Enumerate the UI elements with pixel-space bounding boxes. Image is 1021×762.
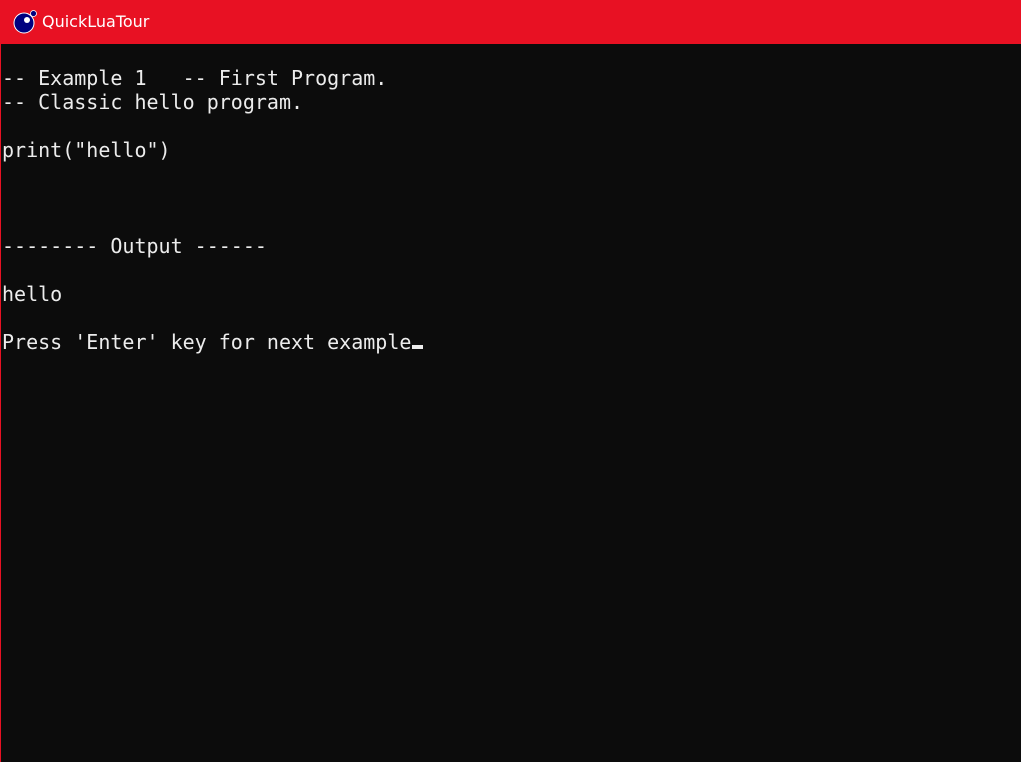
console-prompt-line: Press 'Enter' key for next example [2, 330, 1020, 354]
window-title: QuickLuaTour [42, 12, 150, 31]
text-cursor [412, 345, 424, 349]
console-line: hello [2, 282, 63, 306]
console-line: -------- Output ------ [2, 234, 267, 258]
title-bar[interactable]: QuickLuaTour [1, 0, 1021, 44]
lua-logo-icon [13, 10, 37, 34]
console-line: -- Classic hello program. [2, 90, 304, 114]
console-line: print("hello") [2, 138, 171, 162]
console-line: -- Example 1 -- First Program. [2, 66, 388, 90]
console-output[interactable]: -- Example 1 -- First Program. -- Classi… [2, 66, 1020, 354]
console-prompt: Press 'Enter' key for next example [2, 330, 412, 354]
console-window: QuickLuaTour -- Example 1 -- First Progr… [0, 0, 1021, 762]
